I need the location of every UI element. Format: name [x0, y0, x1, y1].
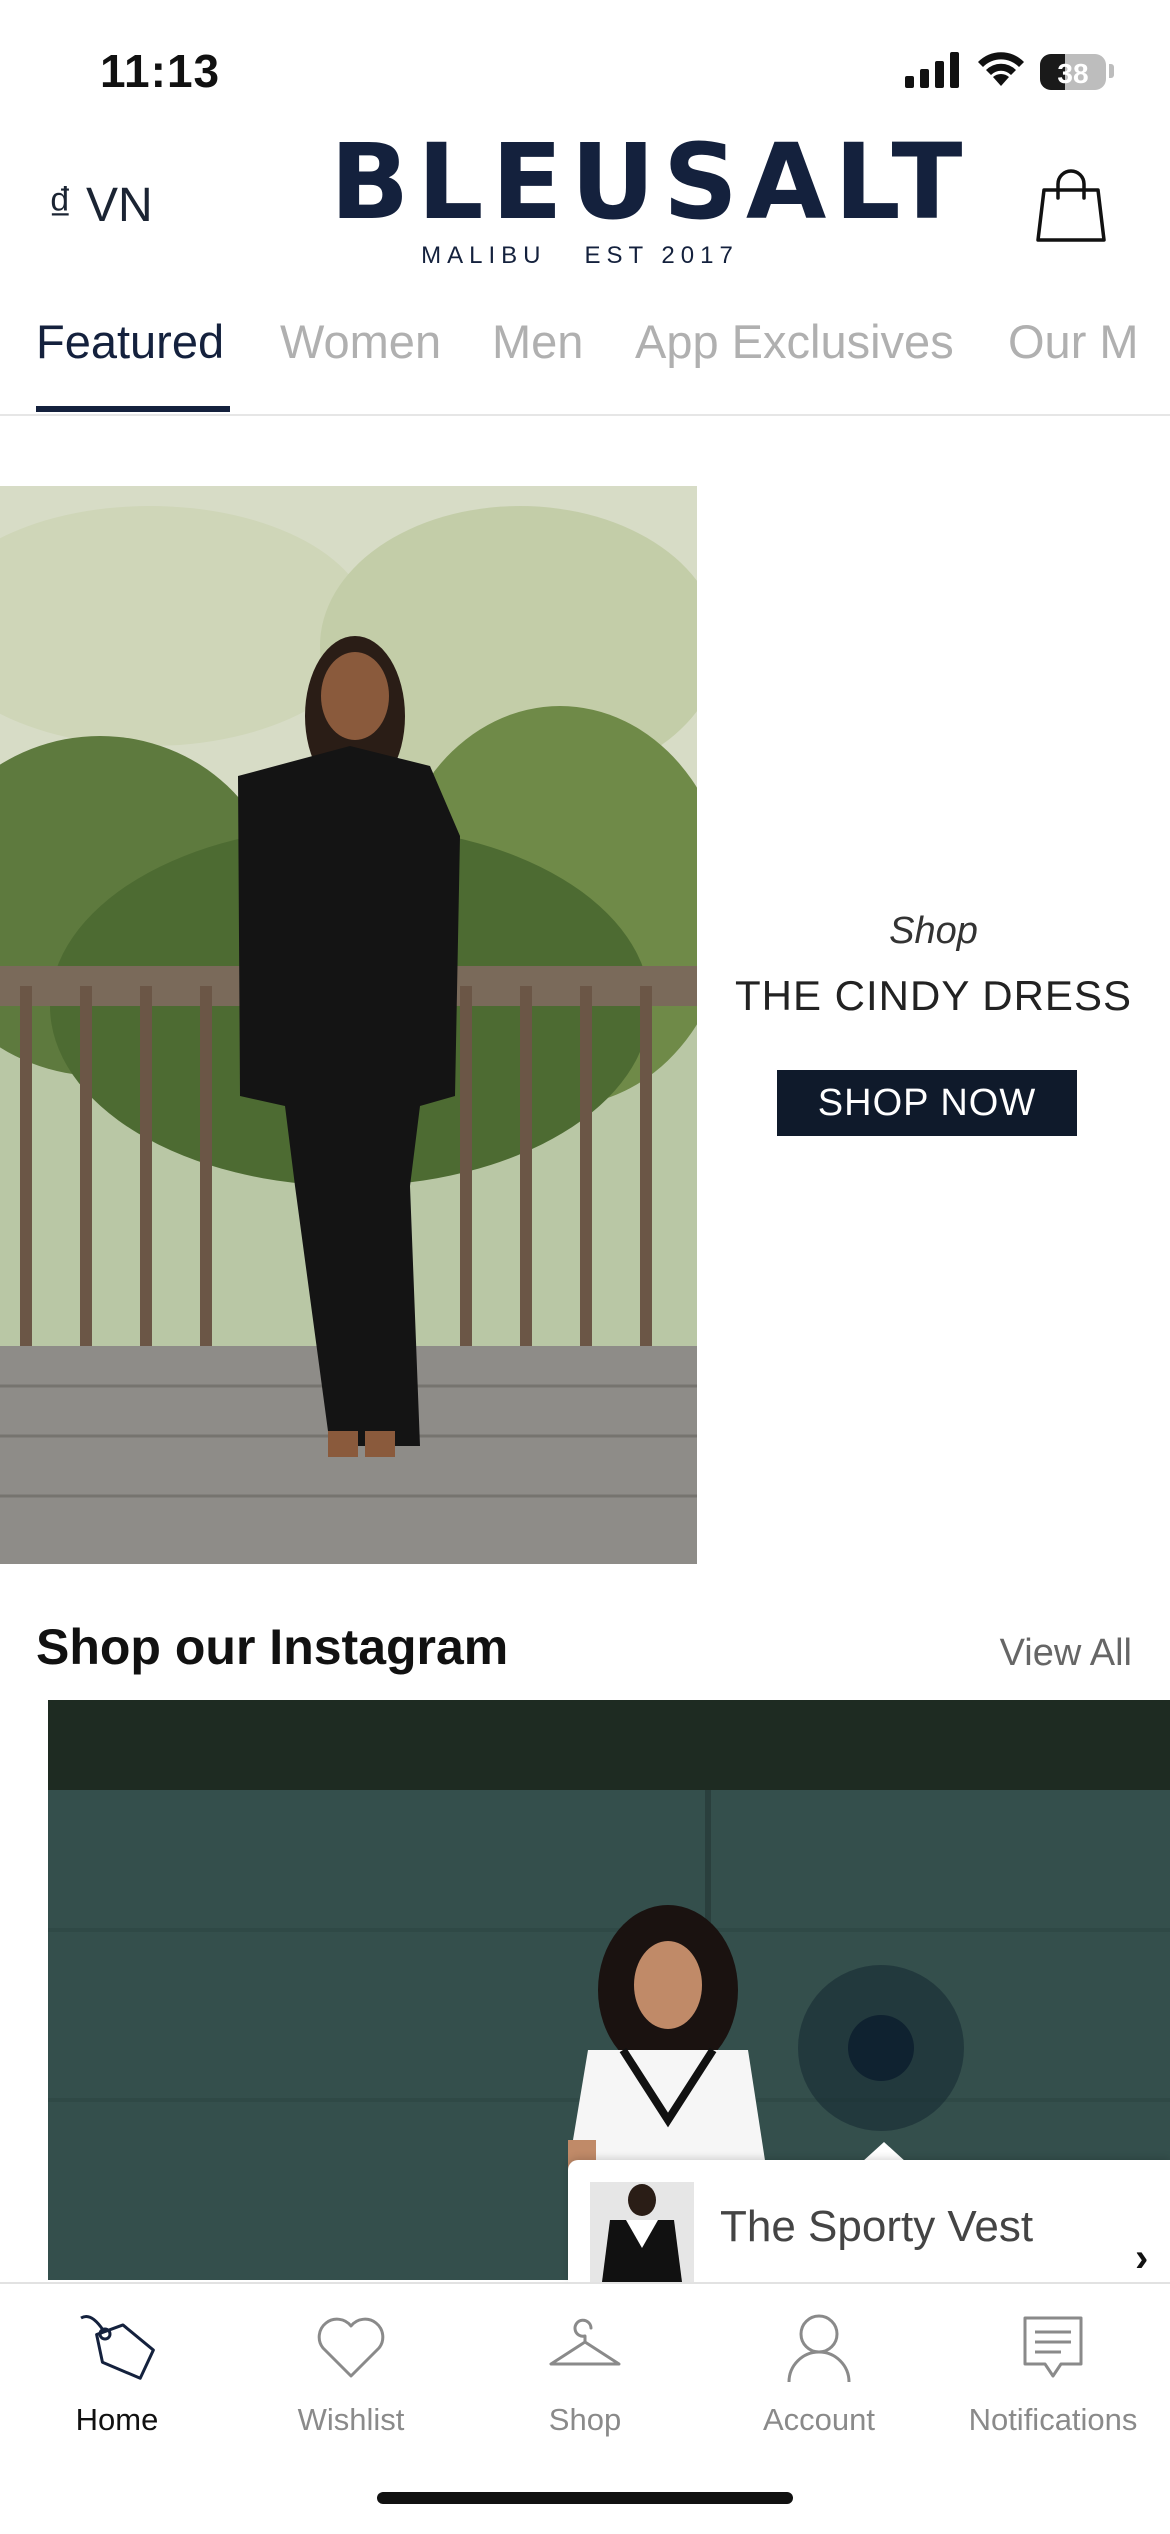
tab-women[interactable]: Women	[280, 314, 441, 369]
promo-shop-label: Shop	[889, 910, 978, 952]
tab-featured[interactable]: Featured	[36, 314, 224, 369]
logo-tagline: MALIBU EST 2017	[421, 242, 739, 269]
view-all-link[interactable]: View All	[1000, 1632, 1132, 1675]
product-thumbnail	[590, 2182, 694, 2282]
shop-now-button[interactable]: SHOP NOW	[777, 1070, 1077, 1136]
heart-icon	[317, 2317, 385, 2378]
hanger-icon	[549, 2318, 621, 2366]
user-icon	[787, 2314, 851, 2383]
message-icon	[1023, 2316, 1083, 2378]
nav-wishlist[interactable]: Wishlist	[234, 2304, 468, 2438]
battery-icon: 38	[1040, 54, 1106, 90]
active-tab-indicator	[36, 406, 230, 412]
nav-account-label: Account	[762, 2402, 875, 2437]
product-hotspot-dot[interactable]	[848, 2015, 914, 2081]
product-card-pointer	[862, 2142, 906, 2162]
nav-account[interactable]: Account	[702, 2304, 936, 2438]
wifi-icon	[978, 52, 1024, 86]
nav-wishlist-label: Wishlist	[297, 2402, 405, 2437]
tab-men[interactable]: Men	[492, 314, 583, 369]
logo-wordmark: BLEUSALT	[330, 121, 971, 243]
product-name: The Sporty Vest	[720, 2202, 1034, 2251]
promo-title: THE CINDY DRESS	[735, 972, 1132, 1019]
nav-home[interactable]: Home	[0, 2304, 234, 2438]
tab-app-exclusives[interactable]: App Exclusives	[635, 314, 954, 369]
battery-cap	[1109, 64, 1114, 78]
tag-icon	[80, 2315, 155, 2380]
nav-notifications[interactable]: Notifications	[936, 2304, 1170, 2438]
status-bar: 11:13 38	[0, 0, 1170, 140]
chevron-right-icon[interactable]: ›	[1135, 2236, 1148, 2281]
shopping-bag-icon[interactable]	[1036, 168, 1106, 242]
cindy-dress-promo: Shop THE CINDY DRESS SHOP NOW	[697, 486, 1170, 1564]
instagram-section-title: Shop our Instagram	[36, 1619, 509, 1675]
tab-our-m[interactable]: Our M	[1008, 314, 1139, 369]
home-indicator	[377, 2492, 793, 2504]
nav-home-label: Home	[75, 2402, 159, 2437]
banner-photo-illustration	[0, 486, 697, 1564]
product-tag-card[interactable]: The Sporty Vest	[568, 2160, 1170, 2282]
brand-logo[interactable]: BLEUSALT MALIBU EST 2017	[330, 121, 971, 270]
status-time: 11:13	[100, 45, 221, 97]
category-tabs: Featured Women Men App Exclusives Our M	[0, 300, 1170, 416]
battery-percent: 38	[1057, 58, 1089, 89]
cellular-signal-icon	[905, 52, 959, 88]
cindy-dress-banner-image[interactable]	[0, 486, 697, 1564]
currency-selector[interactable]: ₫ VN	[48, 178, 153, 233]
nav-shop-label: Shop	[548, 2402, 622, 2437]
nav-shop[interactable]: Shop	[468, 2304, 702, 2438]
nav-notifications-label: Notifications	[968, 2402, 1138, 2437]
